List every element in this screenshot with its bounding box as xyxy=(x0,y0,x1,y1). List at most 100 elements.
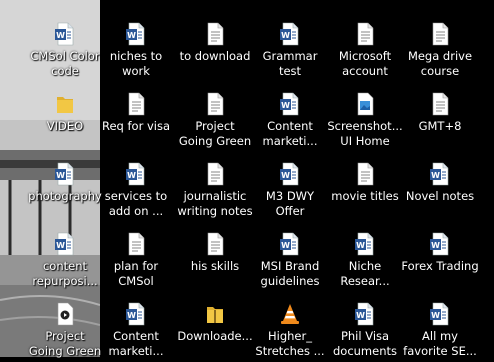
desktop-icon-label: Phil Visa documents xyxy=(332,329,397,358)
desktop-icon-label: Microsoft account xyxy=(338,49,392,78)
desktop-icon[interactable]: W Content marketi... xyxy=(103,300,169,362)
svg-text:W: W xyxy=(431,241,440,250)
desktop-icon-label: Forex Trading xyxy=(401,259,479,273)
desktop-icon-label: Screenshot... UI Home xyxy=(327,119,403,148)
desktop-icon-label: Downloade... xyxy=(177,329,253,343)
svg-text:W: W xyxy=(56,171,65,180)
desktop-icon-label: Higher_ Stretches ... xyxy=(255,329,325,358)
desktop-icon[interactable]: to download xyxy=(180,20,250,82)
desktop-icon[interactable]: Mega drive course xyxy=(407,20,473,82)
svg-text:W: W xyxy=(56,241,65,250)
desktop-icon[interactable]: W CMSol Color code xyxy=(30,20,100,82)
desktop-icon[interactable]: W Niche Resear... xyxy=(332,230,398,292)
text-file-icon xyxy=(203,232,227,256)
svg-text:W: W xyxy=(281,101,290,110)
desktop-icon-label: to download xyxy=(179,49,251,63)
text-file-icon xyxy=(203,22,227,46)
desktop-icon[interactable]: W Forex Trading xyxy=(401,230,479,292)
desktop-icon[interactable]: VIDEO xyxy=(32,90,98,152)
text-file-icon xyxy=(353,162,377,186)
desktop-icon-label: Req for visa xyxy=(101,119,170,133)
desktop-icon[interactable]: W Content marketi... xyxy=(257,90,323,152)
desktop-icon[interactable]: Microsoft account xyxy=(332,20,398,82)
desktop-icon-label: Content marketi... xyxy=(262,119,318,148)
text-file-icon xyxy=(428,92,452,116)
desktop-icon-label: Niche Resear... xyxy=(340,259,390,288)
svg-text:W: W xyxy=(356,241,365,250)
desktop-icon-label: plan for CMSol xyxy=(113,259,159,288)
svg-text:W: W xyxy=(281,241,290,250)
desktop-icon[interactable]: GMT+8 xyxy=(407,90,473,152)
svg-text:W: W xyxy=(356,311,365,320)
word-doc-icon: W xyxy=(353,302,377,326)
desktop-icon-label: movie titles xyxy=(331,189,399,203)
desktop-icon-label: GMT+8 xyxy=(418,119,462,133)
text-file-icon xyxy=(428,22,452,46)
desktop-icon-label: All my favorite SE... xyxy=(403,329,477,358)
svg-text:W: W xyxy=(281,171,290,180)
desktop-icon-label: journalistic writing notes xyxy=(177,189,253,218)
svg-text:W: W xyxy=(127,171,136,180)
desktop-icon[interactable]: plan for CMSol xyxy=(103,230,169,292)
desktop-icon[interactable]: W Grammar test xyxy=(257,20,323,82)
desktop-icon[interactable]: W niches to work xyxy=(103,20,169,82)
text-file-icon xyxy=(203,162,227,186)
svg-text:W: W xyxy=(281,31,290,40)
svg-text:W: W xyxy=(431,311,440,320)
desktop-icon[interactable]: Downloade... xyxy=(177,300,253,362)
word-doc-icon: W xyxy=(278,92,302,116)
desktop-icon[interactable]: Screenshot... UI Home xyxy=(327,90,403,152)
desktop-icon[interactable]: W MSI Brand guidelines xyxy=(257,230,323,292)
desktop-icon[interactable]: Project Going Green xyxy=(29,300,101,362)
word-doc-icon: W xyxy=(53,162,77,186)
word-doc-icon: W xyxy=(53,232,77,256)
desktop-icon[interactable]: W Phil Visa documents xyxy=(332,300,398,362)
desktop-icon[interactable]: his skills xyxy=(182,230,248,292)
text-file-icon xyxy=(124,232,148,256)
image-file-icon xyxy=(353,92,377,116)
desktop-icon[interactable]: movie titles xyxy=(331,160,399,222)
text-file-icon xyxy=(203,92,227,116)
desktop-icon-label: services to add on ... xyxy=(104,189,168,218)
desktop-icon-label: niches to work xyxy=(109,49,163,78)
desktop-icon[interactable]: W M3 DWY Offer xyxy=(257,160,323,222)
word-doc-icon: W xyxy=(428,162,452,186)
word-doc-icon: W xyxy=(278,162,302,186)
desktop-icon[interactable]: Project Going Green xyxy=(179,90,251,152)
desktop-icon-label: M3 DWY Offer xyxy=(265,189,315,218)
word-doc-icon: W xyxy=(278,22,302,46)
desktop-icon[interactable]: W content repurposi... xyxy=(32,230,98,292)
desktop-icon[interactable]: Higher_ Stretches ... xyxy=(255,300,325,362)
svg-text:W: W xyxy=(56,31,65,40)
desktop-icon[interactable]: W Novel notes xyxy=(406,160,474,222)
word-doc-icon: W xyxy=(124,22,148,46)
word-doc-icon: W xyxy=(124,302,148,326)
svg-text:W: W xyxy=(127,311,136,320)
word-doc-icon: W xyxy=(278,232,302,256)
word-doc-icon: W xyxy=(124,162,148,186)
desktop-icon-label: Mega drive course xyxy=(407,49,473,78)
desktop-icon-label: Content marketi... xyxy=(108,329,164,358)
word-doc-icon: W xyxy=(53,22,77,46)
desktop-icon[interactable]: W photography xyxy=(28,160,102,222)
desktop-icon[interactable]: W All my favorite SE... xyxy=(403,300,477,362)
desktop-icon[interactable]: Req for visa xyxy=(102,90,170,152)
vlc-cone-icon xyxy=(278,302,302,326)
desktop-icon[interactable]: journalistic writing notes xyxy=(177,160,253,222)
word-doc-icon: W xyxy=(428,232,452,256)
word-doc-icon: W xyxy=(353,232,377,256)
desktop-icon[interactable]: W services to add on ... xyxy=(103,160,169,222)
zip-folder-icon xyxy=(203,302,227,326)
desktop-icon-label: his skills xyxy=(190,259,240,273)
folder-icon xyxy=(53,92,77,116)
video-file-icon xyxy=(53,302,77,326)
word-doc-icon: W xyxy=(428,302,452,326)
svg-text:W: W xyxy=(431,171,440,180)
text-file-icon xyxy=(124,92,148,116)
desktop-icon-label: MSI Brand guidelines xyxy=(260,259,320,288)
desktop-icon-label: Grammar test xyxy=(262,49,318,78)
desktop-icon-label: Project Going Green xyxy=(178,119,252,148)
text-file-icon xyxy=(353,22,377,46)
desktop-icon-label: Novel notes xyxy=(405,189,475,203)
svg-text:W: W xyxy=(127,31,136,40)
